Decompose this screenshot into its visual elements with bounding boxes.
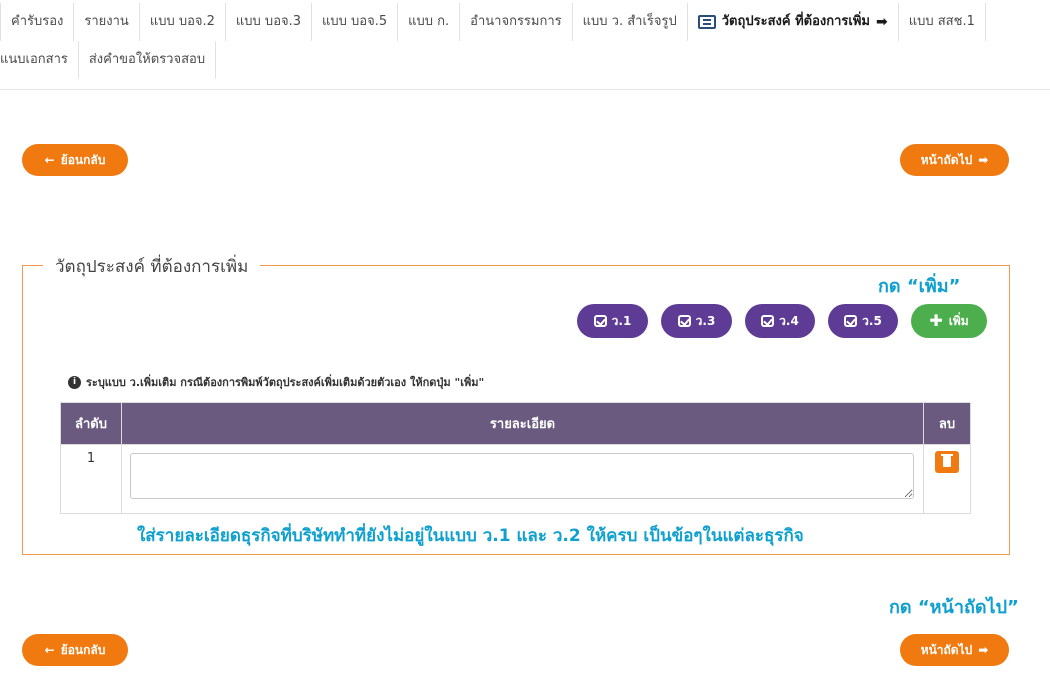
w4-button[interactable]: ว.4 [745, 304, 815, 338]
checkbox-icon [593, 315, 607, 327]
back-button-bottom[interactable]: ← ย้อนกลับ [22, 634, 128, 666]
tab-director-authority[interactable]: อำนาจกรรมการ [460, 3, 573, 41]
info-note: i ระบุแบบ ว.เพิ่มเติม กรณีต้องการพิมพ์วั… [68, 373, 484, 391]
header-no: ลำดับ [60, 402, 122, 445]
fieldset-legend: วัตถุประสงค์ ที่ต้องการเพิ่ม [43, 253, 261, 280]
tab-certification[interactable]: คำรับรอง [0, 3, 75, 41]
delete-cell [923, 444, 971, 514]
tab-row-2: แนบเอกสาร ส่งคำขอให้ตรวจสอบ [0, 41, 217, 79]
checkbox-icon [677, 315, 691, 327]
plus-icon: ✚ [929, 311, 943, 330]
header-delete: ลบ [923, 402, 971, 445]
form-list-icon [697, 15, 716, 29]
annotation-detail-instruction: ใส่รายละเอียดธุรกิจที่บริษัททำที่ยังไม่อ… [137, 526, 804, 546]
tab-additional-objectives[interactable]: วัตถุประสงค์ ที่ต้องการเพิ่ม ➡ [688, 3, 899, 41]
tab-report[interactable]: รายงาน [74, 3, 140, 41]
arrow-right-icon: ➡ [978, 643, 989, 657]
arrow-left-icon: ← [44, 153, 55, 167]
checkbox-icon [761, 315, 775, 327]
row-number: 1 [60, 444, 122, 514]
table-row: 1 [60, 444, 971, 514]
arrow-right-icon: ➡ [978, 153, 989, 167]
w1-button[interactable]: ว.1 [577, 304, 648, 338]
tab-submit-review[interactable]: ส่งคำขอให้ตรวจสอบ [79, 41, 217, 79]
w3-button[interactable]: ว.3 [661, 304, 732, 338]
w5-button[interactable]: ว.5 [828, 304, 898, 338]
tab-boj2[interactable]: แบบ บอจ.2 [140, 3, 226, 41]
annotation-press-add: กด “เพิ่ม” [878, 276, 961, 297]
tab-boj5[interactable]: แบบ บอจ.5 [312, 3, 399, 41]
back-button[interactable]: ← ย้อนกลับ [22, 144, 128, 176]
trash-icon[interactable] [935, 451, 959, 473]
detail-textarea[interactable] [130, 453, 914, 499]
annotation-press-next: กด “หน้าถัดไป” [889, 597, 1019, 618]
detail-cell [121, 444, 924, 514]
tab-form-k[interactable]: แบบ ก. [398, 3, 461, 41]
arrow-right-icon: ➡ [876, 14, 888, 30]
next-button[interactable]: หน้าถัดไป ➡ [900, 144, 1009, 176]
tab-bar: คำรับรอง รายงาน แบบ บอจ.2 แบบ บอจ.3 แบบ … [0, 0, 1050, 90]
objectives-table: ลำดับ รายละเอียด ลบ 1 [60, 402, 971, 514]
tab-form-w-ready[interactable]: แบบ ว. สำเร็จรูป [573, 3, 688, 41]
next-button-bottom[interactable]: หน้าถัดไป ➡ [900, 634, 1009, 666]
header-detail: รายละเอียด [121, 402, 924, 445]
tab-sorsorchor1[interactable]: แบบ สสช.1 [899, 3, 986, 41]
info-icon: i [68, 375, 81, 389]
tab-attach-documents[interactable]: แนบเอกสาร [0, 41, 79, 79]
tab-row-1: คำรับรอง รายงาน แบบ บอจ.2 แบบ บอจ.3 แบบ … [0, 3, 986, 41]
checkbox-icon [844, 315, 858, 327]
arrow-left-icon: ← [44, 643, 55, 657]
tab-boj3[interactable]: แบบ บอจ.3 [226, 3, 313, 41]
add-button[interactable]: ✚ เพิ่ม [911, 304, 987, 338]
